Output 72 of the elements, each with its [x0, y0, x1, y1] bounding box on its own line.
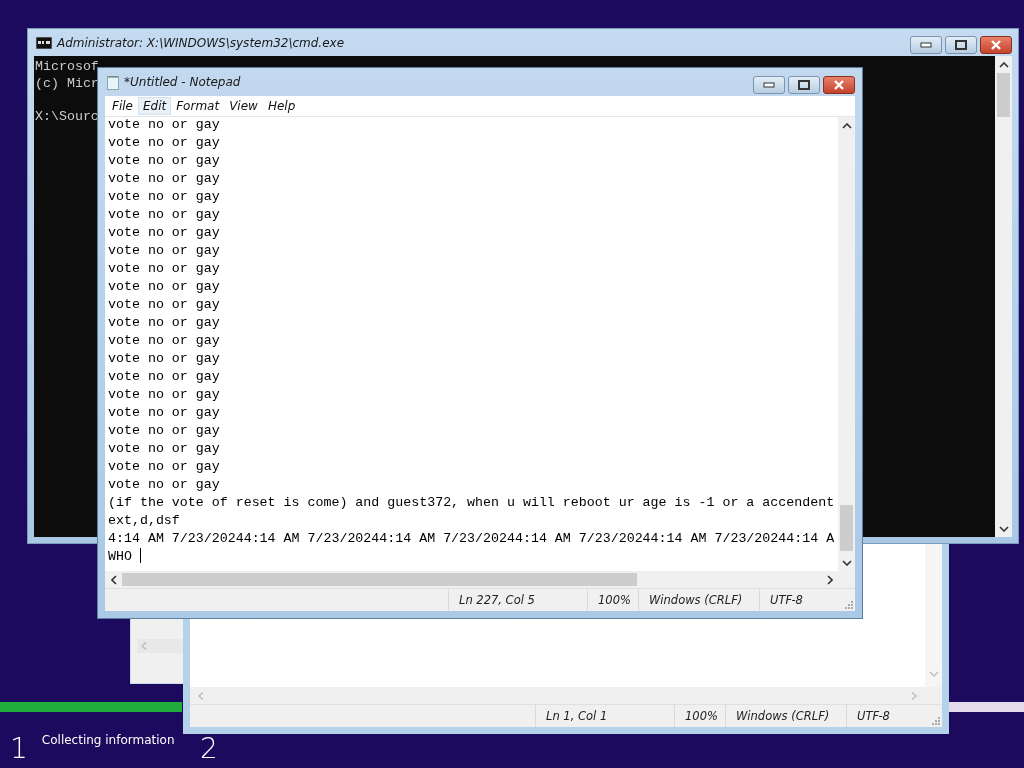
console-line: (c) Micr [35, 75, 99, 91]
text-line: vote no or gay [108, 422, 221, 440]
close-icon [990, 40, 1002, 50]
status-text: Windows (CRLF) [638, 589, 759, 611]
menu-item[interactable]: Edit [137, 97, 172, 115]
close-button[interactable] [823, 76, 855, 94]
text-cursor [139, 548, 141, 563]
text-line: vote no or gay [108, 350, 221, 368]
text-line: vote no or gay [108, 476, 221, 494]
step-number: 1 [10, 731, 28, 767]
notepad-icon [107, 74, 119, 90]
status-text: Ln 1, Col 1 [535, 705, 674, 727]
chevron-right-icon [826, 574, 833, 585]
console-line: X:\Sourc [35, 108, 99, 124]
text-line: vote no or gay [108, 332, 221, 350]
minimize-icon [920, 42, 932, 48]
window-title: Administrator: X:\WINDOWS\system32\cmd.exe [57, 35, 346, 50]
text-line: vote no or gay [108, 170, 221, 188]
status-text: UTF-8 [846, 705, 930, 727]
text-line: vote no or gay [108, 314, 221, 332]
status-text: 100% [587, 589, 638, 611]
text-line: (if the vote of reset is come) and guest372, when u will reboot ur age is -1 or a accendent [108, 494, 836, 512]
menu-item[interactable]: Format [171, 97, 225, 115]
scroll-thumb[interactable] [122, 573, 637, 586]
text-line: vote no or gay [108, 224, 221, 242]
close-button[interactable] [980, 36, 1012, 54]
minimize-button[interactable] [753, 76, 785, 94]
status-text: UTF-8 [759, 589, 843, 611]
text-line: vote no or gay [108, 404, 221, 422]
status-text: 100% [674, 705, 725, 727]
scroll-thumb[interactable] [840, 505, 853, 551]
text-line: vote no or gay [108, 260, 221, 278]
window-title: *Untitled - Notepad [124, 75, 242, 89]
text-line: vote no or gay [108, 278, 221, 296]
text-line: vote no or gay [108, 386, 221, 404]
text-line: vote no or gay [108, 134, 221, 152]
maximize-icon [798, 80, 810, 90]
maximize-button[interactable] [945, 36, 977, 54]
close-icon [833, 80, 845, 90]
text-line: vote no or gay [108, 152, 221, 170]
step-label: Collecting information [41, 733, 175, 747]
text-line: vote no or gay [108, 458, 221, 476]
text-line: vote no or gay [108, 368, 221, 386]
menu-item[interactable]: File [107, 97, 138, 115]
chevron-left-icon [110, 574, 117, 585]
menu-item[interactable]: View [224, 97, 263, 115]
text-line: WHO [108, 548, 838, 566]
resize-grip-icon[interactable] [843, 599, 853, 609]
resize-grip-icon[interactable] [930, 715, 940, 725]
chevron-down-icon [841, 559, 852, 566]
text-line: vote no or gay [108, 296, 221, 314]
maximize-button[interactable] [788, 76, 820, 94]
minimize-icon [763, 82, 775, 88]
text-line: vote no or gay [108, 242, 221, 260]
text-line: ext,d,dsf [108, 512, 181, 530]
status-text: Windows (CRLF) [725, 705, 846, 727]
minimize-button[interactable] [910, 36, 942, 54]
status-text: Ln 227, Col 5 [448, 589, 587, 611]
text-line: 4:14 AM 7/23/20244:14 AM 7/23/20244:14 AM 7/23/20244:14 AM 7/23/20244:14 AM 7/23/20244:14 A [108, 530, 836, 548]
text-line: vote no or gay [108, 440, 221, 458]
text-line: vote no or gay [108, 188, 221, 206]
text-line: vote no or gay [108, 116, 221, 134]
text-line: vote no or gay [108, 206, 221, 224]
chevron-up-icon [841, 122, 852, 129]
chevron-down-icon [998, 525, 1009, 532]
step-number: 2 [200, 731, 218, 767]
menu-item[interactable]: Help [262, 97, 301, 115]
chevron-up-icon [998, 61, 1009, 68]
console-icon [36, 36, 52, 49]
scroll-thumb[interactable] [997, 73, 1010, 117]
maximize-icon [955, 40, 967, 50]
console-line: Microsof [35, 59, 99, 74]
